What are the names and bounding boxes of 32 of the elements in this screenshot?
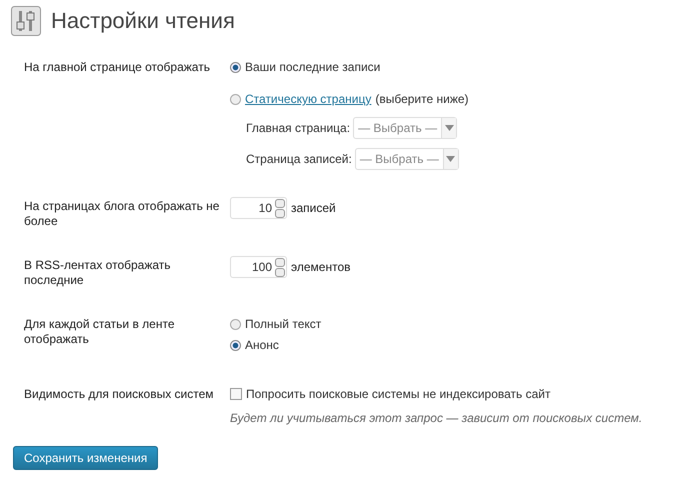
radio-button[interactable]	[230, 62, 241, 72]
sliders-icon	[11, 6, 41, 36]
number-field[interactable]: 100	[230, 256, 287, 278]
option-label: (выберите ниже)	[375, 92, 469, 106]
setting-label: Видимость для поисковых систем	[24, 386, 215, 403]
caret-icon	[441, 118, 456, 138]
static-page-link[interactable]: Статическую страницу	[245, 92, 372, 106]
number-field[interactable]: 10	[230, 197, 287, 219]
setting-label: На главной странице отображать	[24, 59, 211, 76]
radio-button[interactable]	[230, 94, 241, 104]
unit-label: записей	[291, 201, 336, 215]
checkbox[interactable]	[230, 388, 242, 400]
spinner-icon[interactable]	[275, 258, 285, 276]
select-label: Главная страница:	[246, 121, 350, 135]
unit-label: элементов	[291, 260, 350, 274]
description-text: Будет ли учитываться этот запрос — зависит от поисковых систем.	[230, 411, 642, 425]
option-label: Анонс	[245, 338, 279, 352]
option-label: Ваши последние записи	[245, 60, 380, 74]
page-title: Настройки чтения	[51, 8, 235, 34]
spinner-icon[interactable]	[275, 198, 285, 218]
caret-icon	[442, 149, 458, 169]
save-button[interactable]: Сохранить изменения	[13, 446, 158, 470]
setting-label: В RSS-лентах отображать последние	[24, 257, 172, 288]
radio-button[interactable]	[230, 340, 241, 350]
checkbox-label: Попросить поисковые системы не индексировать сайт	[246, 387, 550, 401]
page-dropdown[interactable]: — Выбрать —	[353, 117, 458, 139]
setting-label: На страницах блога отображать не более	[24, 198, 220, 229]
radio-button[interactable]	[230, 318, 241, 330]
page-dropdown[interactable]: — Выбрать —	[354, 148, 459, 170]
setting-label: Для каждой статьи в ленте отображать	[24, 316, 176, 348]
select-label: Страница записей:	[246, 152, 352, 166]
option-label: Полный текст	[245, 317, 322, 331]
